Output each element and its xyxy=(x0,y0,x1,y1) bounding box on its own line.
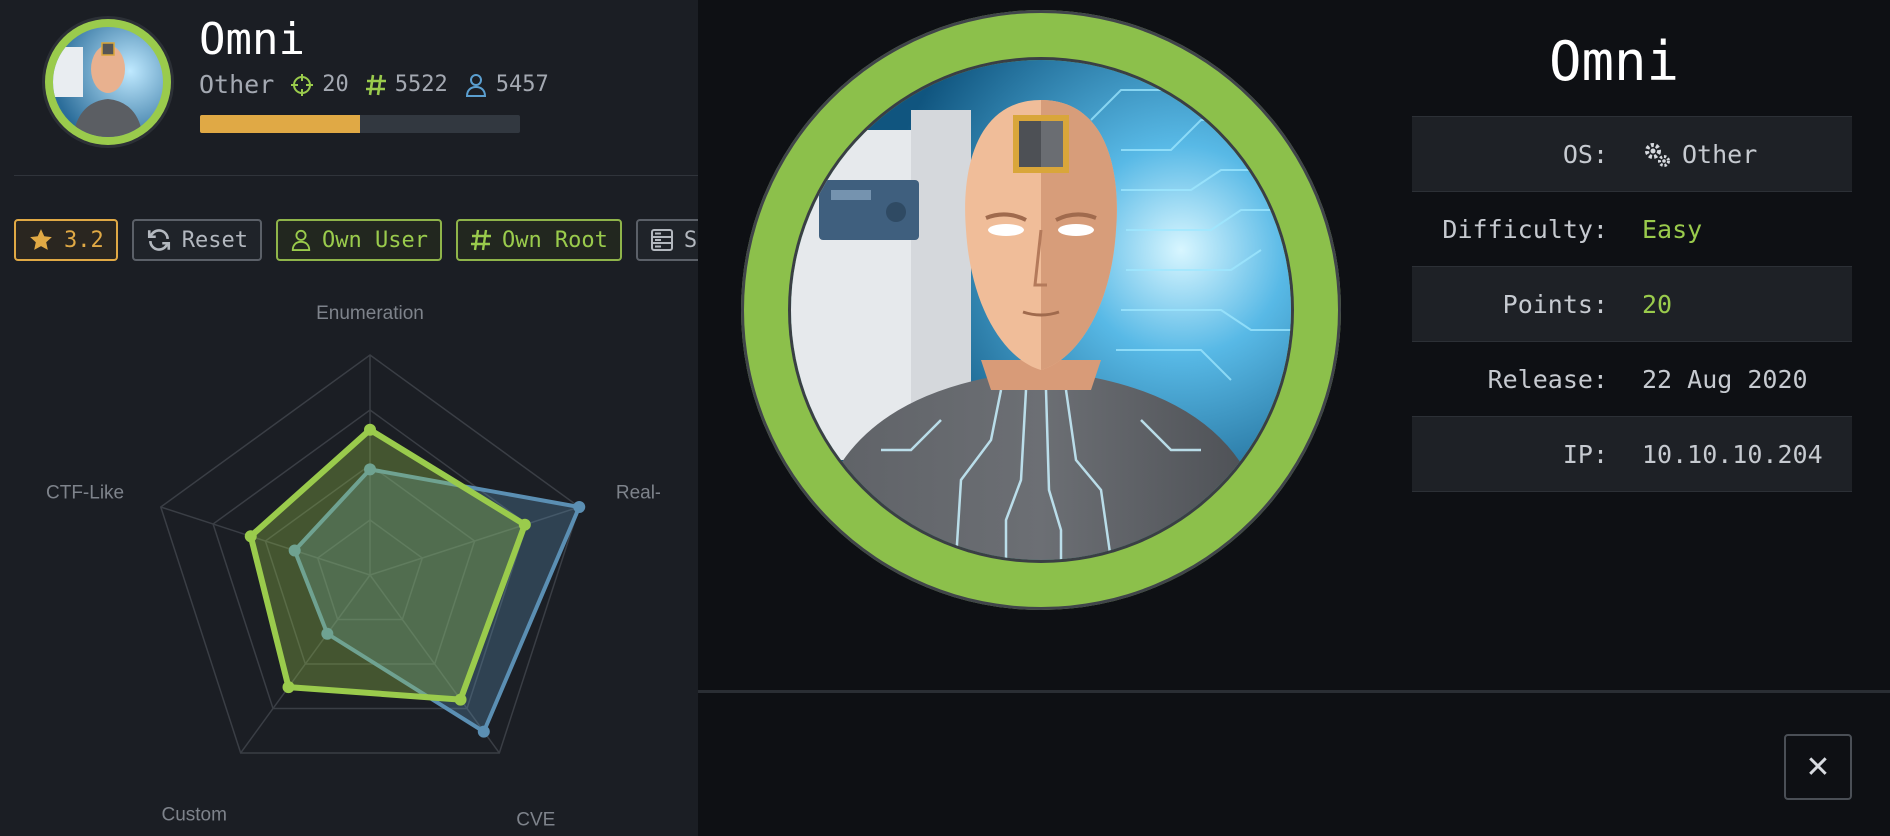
crosshair-icon xyxy=(291,73,314,96)
machine-avatar[interactable] xyxy=(45,19,171,145)
close-icon: ✕ xyxy=(1805,749,1831,785)
info-row-os: OS: Other xyxy=(1412,116,1852,191)
machine-page: Omni Other 20 5522 5457 3.2 Reset Own Us… xyxy=(0,0,700,836)
user-owns-stat: 5457 xyxy=(464,72,549,97)
radar-point xyxy=(454,693,467,706)
machine-avatar-large xyxy=(741,10,1341,610)
server-icon xyxy=(650,229,673,251)
star-icon xyxy=(30,229,52,250)
panel-divider xyxy=(698,690,1890,693)
info-row-difficulty: Difficulty: Easy xyxy=(1412,191,1852,266)
radar-axis-label: CVE xyxy=(516,810,555,830)
action-bar: 3.2 Reset Own User Own Root S xyxy=(14,219,700,261)
root-owns-value: 5522 xyxy=(394,72,448,97)
info-value-text: Other xyxy=(1682,139,1758,169)
user-icon xyxy=(465,73,486,97)
own-user-button[interactable]: Own User xyxy=(275,219,442,261)
info-key: Release: xyxy=(1487,364,1608,394)
info-row-points: Points: 20 xyxy=(1412,266,1852,341)
reset-button[interactable]: Reset xyxy=(131,219,262,261)
info-key: IP: xyxy=(1562,439,1608,469)
gears-icon xyxy=(1645,143,1670,167)
refresh-icon xyxy=(147,229,170,251)
own-root-button[interactable]: Own Root xyxy=(455,219,622,261)
info-value: Easy xyxy=(1642,214,1703,244)
machine-os: Other xyxy=(199,70,275,99)
info-key: Difficulty: xyxy=(1442,214,1608,244)
info-row-ip: IP: 10.10.10.204 xyxy=(1412,416,1852,492)
rating-button[interactable]: 3.2 xyxy=(14,219,118,261)
divider xyxy=(14,175,700,176)
points-value: 20 xyxy=(322,72,349,97)
reset-label: Reset xyxy=(181,227,248,253)
robot-avatar-icon xyxy=(53,27,163,137)
radar-axis-label: Enumeration xyxy=(316,303,424,324)
status-button[interactable]: Status xyxy=(635,219,700,261)
info-value: 20 xyxy=(1642,289,1673,319)
radar-point xyxy=(364,423,376,436)
robot-avatar-icon xyxy=(791,60,1291,560)
root-owns-stat: 5522 xyxy=(365,72,448,97)
radar-point xyxy=(518,518,531,531)
radar-axis-label: CTF-Like xyxy=(46,482,124,503)
info-value: Other xyxy=(1642,139,1757,169)
hash-icon xyxy=(470,229,491,251)
info-value: 22 Aug 2020 xyxy=(1642,364,1808,394)
close-button[interactable]: ✕ xyxy=(1784,734,1852,800)
own-root-label: Own Root xyxy=(501,227,608,253)
radar-point xyxy=(244,530,257,543)
points-stat: 20 xyxy=(290,72,349,97)
machine-title: Omni xyxy=(199,14,305,65)
radar-point xyxy=(477,725,490,738)
info-key: Points: xyxy=(1502,289,1608,319)
panel-title: Omni xyxy=(1548,30,1680,93)
user-icon xyxy=(291,229,311,251)
info-key: OS: xyxy=(1562,139,1608,169)
info-value: 10.10.10.204 xyxy=(1642,439,1823,469)
rating-value: 3.2 xyxy=(64,227,104,253)
machine-stats: Other 20 5522 5457 xyxy=(199,70,565,99)
radar-point xyxy=(282,681,295,694)
radar-axis-label: Custom xyxy=(161,805,226,826)
radar-chart: EnumerationReal-LifeCVECustomExploitatio… xyxy=(46,303,660,830)
radar-axis-label: Real-Life xyxy=(616,482,660,503)
user-owns-value: 5457 xyxy=(495,72,549,97)
radar-point xyxy=(573,501,586,514)
own-user-label: Own User xyxy=(321,227,428,253)
progress-bar xyxy=(200,115,520,133)
machine-info-table: OS: Other Difficulty: Easy Points: 20 Re… xyxy=(1412,116,1852,492)
hash-icon xyxy=(365,74,386,95)
progress-bar-fill xyxy=(200,115,360,133)
machine-info-panel: Omni OS: Other Difficulty: Easy Points: … xyxy=(698,0,1890,836)
info-row-release: Release: 22 Aug 2020 xyxy=(1412,341,1852,416)
